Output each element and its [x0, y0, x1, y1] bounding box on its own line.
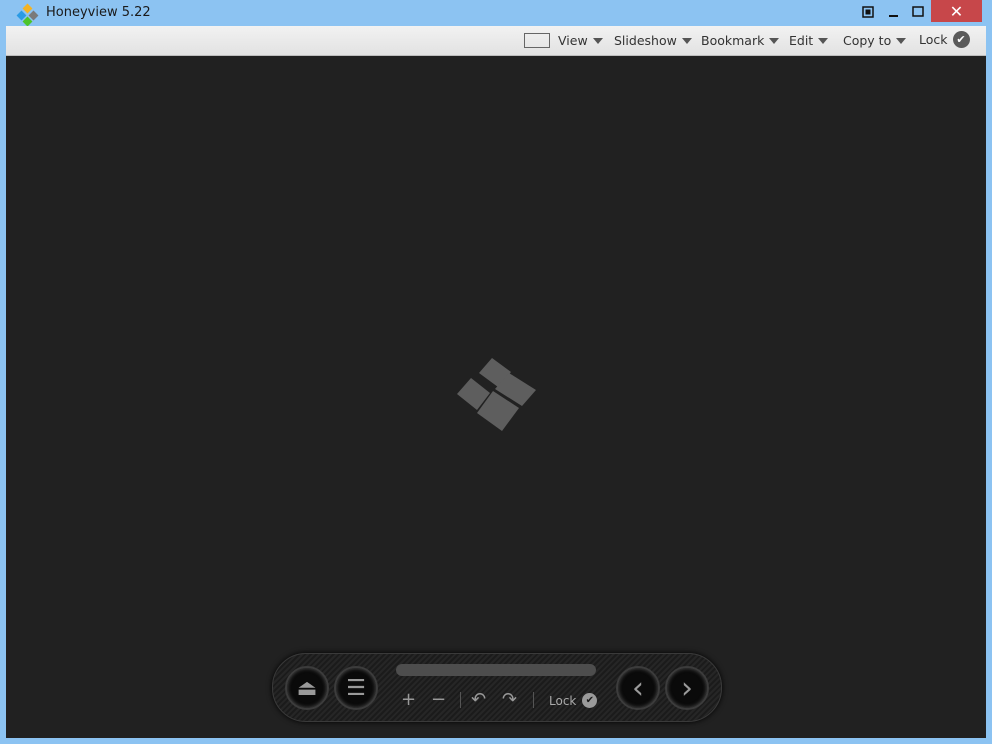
- fullscreen-button[interactable]: [856, 0, 880, 24]
- eject-icon: ⏏: [296, 675, 318, 701]
- divider: [460, 692, 461, 708]
- menu-copy-to-label: Copy to: [843, 33, 892, 48]
- zoom-in-button[interactable]: +: [401, 690, 416, 710]
- menu-copy-to[interactable]: Copy to: [843, 33, 907, 48]
- open-button[interactable]: ⏏: [285, 666, 329, 710]
- window-title: Honeyview 5.22: [46, 5, 151, 20]
- position-slider[interactable]: [396, 664, 596, 676]
- control-bar: ⏏ ☰ + − ↶ ↷ Lock ✔ ‹ ›: [272, 653, 722, 722]
- chevron-down-icon: [818, 37, 829, 44]
- hamburger-icon: ☰: [346, 675, 366, 701]
- chevron-down-icon: [896, 37, 907, 44]
- menu-lock-label: Lock: [919, 32, 948, 47]
- menu-edit[interactable]: Edit: [789, 33, 829, 48]
- chevron-right-icon: ›: [681, 670, 693, 706]
- minimize-icon: [889, 15, 898, 17]
- next-button[interactable]: ›: [665, 666, 709, 710]
- menu-bar: View Slideshow Bookmark Edit Copy to Loc…: [6, 26, 986, 56]
- menu-view[interactable]: View: [524, 33, 603, 48]
- chevron-down-icon: [592, 37, 603, 44]
- menu-button[interactable]: ☰: [334, 666, 378, 710]
- rotate-left-button[interactable]: ↶: [471, 690, 486, 710]
- fit-screen-icon: [524, 33, 550, 48]
- menu-edit-label: Edit: [789, 33, 814, 48]
- maximize-icon: [912, 6, 924, 17]
- image-viewer[interactable]: ⏏ ☰ + − ↶ ↷ Lock ✔ ‹ ›: [6, 56, 986, 738]
- chevron-down-icon: [769, 37, 780, 44]
- divider: [533, 692, 534, 708]
- placeholder-logo-icon: [457, 358, 536, 431]
- menu-slideshow-label: Slideshow: [614, 33, 677, 48]
- menu-slideshow[interactable]: Slideshow: [614, 33, 692, 48]
- chevron-down-icon: [681, 37, 692, 44]
- rotate-right-button[interactable]: ↷: [502, 690, 517, 710]
- lock-toggle[interactable]: Lock ✔: [549, 693, 598, 708]
- close-button[interactable]: ✕: [931, 0, 982, 22]
- check-icon: ✔: [582, 693, 598, 708]
- menu-bookmark[interactable]: Bookmark: [701, 33, 780, 48]
- fullscreen-icon: [862, 6, 874, 18]
- zoom-out-button[interactable]: −: [431, 690, 446, 710]
- menu-lock[interactable]: Lock ✔: [919, 31, 970, 48]
- maximize-button[interactable]: [906, 0, 930, 24]
- menu-view-label: View: [558, 33, 588, 48]
- minimize-button[interactable]: [882, 0, 906, 24]
- title-bar: Honeyview 5.22 ✕: [0, 0, 992, 27]
- menu-bookmark-label: Bookmark: [701, 33, 765, 48]
- previous-button[interactable]: ‹: [616, 666, 660, 710]
- check-icon: ✔: [952, 31, 970, 48]
- chevron-left-icon: ‹: [632, 670, 644, 706]
- lock-label: Lock: [549, 693, 577, 708]
- close-icon: ✕: [949, 1, 964, 21]
